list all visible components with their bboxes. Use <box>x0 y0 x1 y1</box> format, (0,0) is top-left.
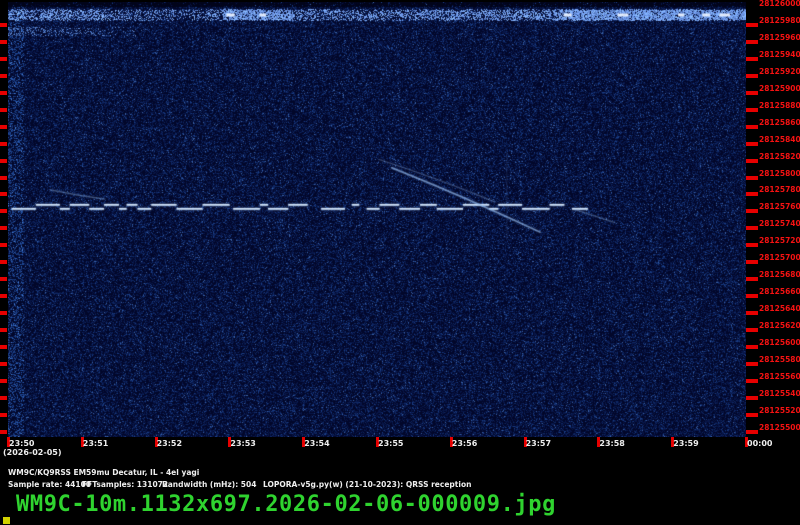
freq-tick-right <box>746 395 758 400</box>
freq-tick-left <box>0 209 7 214</box>
freq-tick-left <box>0 192 7 197</box>
fft-samples-info: FFTsamples: 131072 <box>82 480 169 489</box>
station-info: WM9C/KQ9RSS EM59mu Decatur, IL - 4el yag… <box>8 468 200 477</box>
freq-tick-left <box>0 175 7 180</box>
time-axis-label: 23:58 <box>599 439 625 448</box>
time-axis-label: 23:51 <box>82 439 109 448</box>
freq-tick-right <box>746 158 758 163</box>
time-axis-label: 23:57 <box>525 439 552 448</box>
freq-axis-label: 28125900 <box>759 83 800 93</box>
freq-tick-right <box>746 328 758 333</box>
freq-tick-left <box>0 328 7 333</box>
corner-marker <box>3 517 10 524</box>
freq-axis-label: 28125660 <box>759 287 800 297</box>
freq-tick-right <box>746 192 758 197</box>
freq-tick-right <box>746 277 758 282</box>
freq-tick-right <box>746 124 758 129</box>
freq-axis-label: 28125780 <box>759 185 800 195</box>
freq-tick-left <box>0 90 7 95</box>
freq-tick-right <box>746 141 758 146</box>
freq-axis-label: 28125840 <box>759 134 800 144</box>
freq-tick-left <box>0 226 7 231</box>
freq-tick-left <box>0 412 7 417</box>
freq-tick-right <box>746 243 758 248</box>
freq-axis-label: 28125720 <box>759 236 800 246</box>
freq-tick-left <box>0 243 7 248</box>
time-axis-label: 23:59 <box>673 439 699 448</box>
freq-tick-left <box>0 39 7 44</box>
date-label: (2026-02-05) <box>3 448 62 457</box>
freq-axis-label: 28125800 <box>759 168 800 178</box>
freq-tick-right <box>746 429 758 434</box>
sample-rate-info: Sample rate: 44100 <box>8 480 92 489</box>
freq-axis-label: 28125520 <box>759 405 800 415</box>
freq-tick-left <box>0 124 7 129</box>
freq-axis-label: 28125680 <box>759 270 800 280</box>
freq-axis-label: 28125940 <box>759 49 800 59</box>
freq-tick-right <box>746 311 758 316</box>
freq-tick-right <box>746 345 758 349</box>
freq-tick-right <box>746 260 758 265</box>
freq-tick-left <box>0 22 7 27</box>
freq-axis-label: 28125600 <box>759 338 800 347</box>
freq-axis-label: 28125820 <box>759 151 800 161</box>
freq-tick-right <box>746 412 758 417</box>
time-axis-label: 23:53 <box>230 439 256 448</box>
freq-tick-right <box>746 378 758 383</box>
freq-tick-right <box>746 226 758 231</box>
freq-tick-left <box>0 429 7 434</box>
freq-axis-label: 28125500 <box>759 422 800 432</box>
freq-axis-label: 28125920 <box>759 66 800 76</box>
freq-tick-left <box>0 73 7 78</box>
freq-axis-label: 28125760 <box>759 202 800 212</box>
freq-tick-left <box>0 294 7 299</box>
time-axis-label: 23:50 <box>9 439 35 448</box>
time-axis-label: 23:52 <box>156 439 183 448</box>
freq-axis-label: 28125960 <box>759 32 800 42</box>
time-axis-label: 00:00 <box>747 439 773 448</box>
freq-tick-right <box>746 90 758 95</box>
freq-tick-left <box>0 378 7 383</box>
freq-axis-label: 28125540 <box>759 388 800 398</box>
freq-tick-left <box>0 141 7 146</box>
time-axis-label: 23:54 <box>304 439 330 448</box>
time-axis-label: 23:56 <box>451 439 478 448</box>
freq-tick-right <box>746 22 758 27</box>
freq-tick-left <box>0 277 7 282</box>
freq-tick-right <box>746 175 758 180</box>
freq-axis-label: 28125980 <box>759 15 800 25</box>
freq-axis-label: 28125700 <box>759 253 800 263</box>
software-info: LOPORA-v5g.py(w) (21-10-2023): QRSS rece… <box>263 480 472 489</box>
freq-tick-right <box>746 56 758 61</box>
spectrogram-waterfall <box>8 2 746 437</box>
freq-tick-left <box>0 158 7 163</box>
filename-caption: WM9C-10m.1132x697.2026-02-06-000009.jpg <box>16 492 556 517</box>
freq-axis-label: 28125580 <box>759 354 800 364</box>
freq-tick-left <box>0 56 7 61</box>
freq-tick-left <box>0 361 7 366</box>
freq-tick-left <box>0 260 7 265</box>
freq-tick-right <box>746 361 758 366</box>
freq-axis-label: 28125860 <box>759 117 800 127</box>
time-axis-label: 23:55 <box>378 439 404 448</box>
freq-axis-label: 28125640 <box>759 304 800 314</box>
freq-axis-label: 28125880 <box>759 100 800 110</box>
freq-tick-left <box>0 107 7 112</box>
freq-tick-right <box>746 209 758 214</box>
freq-axis-label: 28125620 <box>759 321 800 331</box>
freq-tick-left <box>0 311 7 316</box>
freq-tick-right <box>746 107 758 112</box>
qrss-grabber-screenshot: 28126000 28125980 28125960 28125940 28125920… <box>0 0 800 525</box>
freq-tick-right <box>746 73 758 78</box>
freq-tick-left <box>0 395 7 400</box>
freq-tick-right <box>746 294 758 299</box>
freq-axis-label: 28125560 <box>759 371 800 381</box>
freq-tick-left <box>0 345 7 349</box>
freq-tick-right <box>746 39 758 44</box>
freq-axis-label: 28125740 <box>759 219 800 229</box>
freq-axis-label: 28126000 <box>759 0 800 8</box>
bandwidth-info: Bandwidth (mHz): 504 <box>162 480 257 489</box>
